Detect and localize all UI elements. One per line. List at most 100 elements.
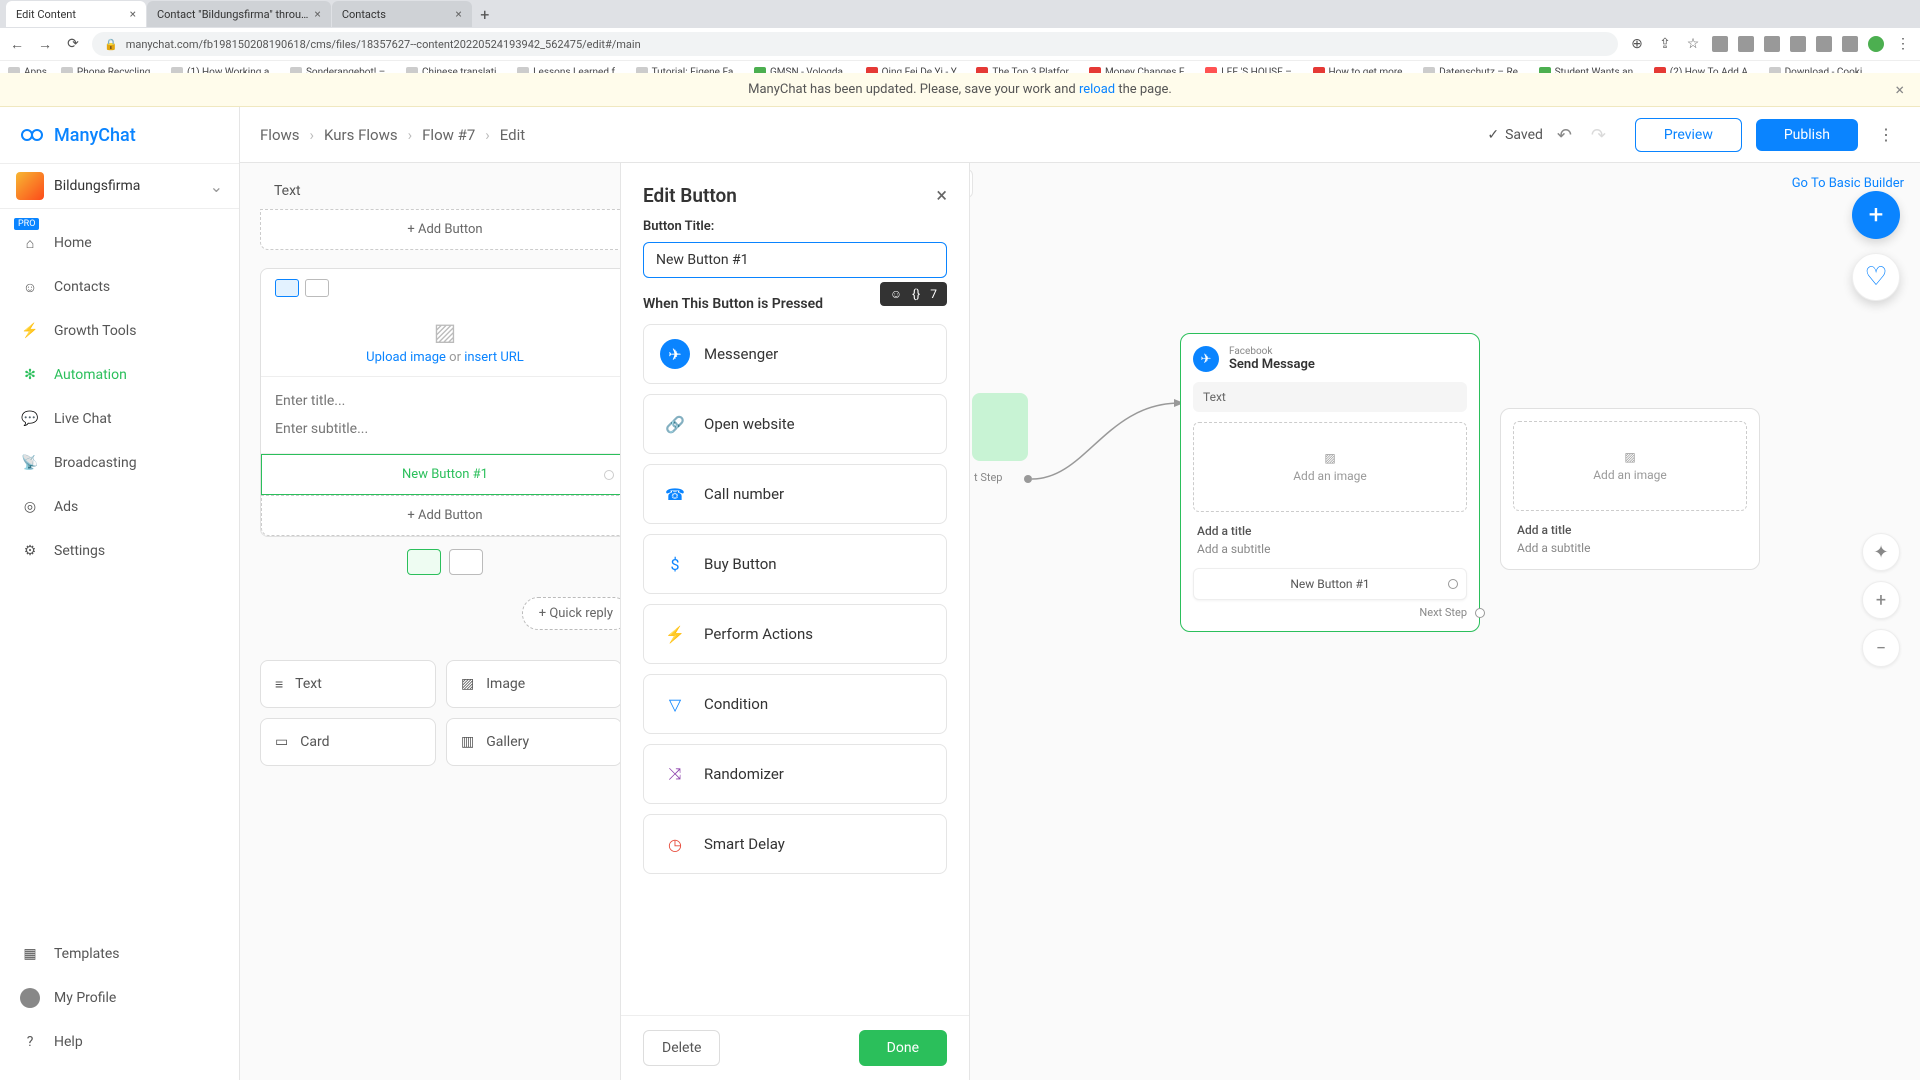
brand-logo[interactable]: ManyChat xyxy=(0,107,239,163)
next-step-label[interactable]: Next Step xyxy=(1193,606,1467,619)
add-image-block[interactable]: ▨Image xyxy=(446,660,622,708)
undo-button[interactable]: ↶ xyxy=(1557,125,1577,145)
add-gallery-block[interactable]: ▥Gallery xyxy=(446,718,622,766)
menu-icon[interactable]: ⋮ xyxy=(1894,35,1912,53)
profile-icon[interactable] xyxy=(1868,36,1884,52)
node-title-placeholder[interactable]: Add a title xyxy=(1513,521,1747,539)
flow-canvas[interactable]: ↳Edit step in sidebar Go To Basic Builde… xyxy=(240,163,1920,1080)
card-title-input[interactable] xyxy=(275,387,615,415)
add-step-fab[interactable]: + xyxy=(1852,191,1900,239)
node-subtitle-placeholder[interactable]: Add a subtitle xyxy=(1193,540,1467,558)
variable-icon[interactable]: {} xyxy=(912,287,920,301)
flow-node-card-slot[interactable]: ▨Add an image Add a title Add a subtitle xyxy=(1500,408,1760,570)
breadcrumb-item[interactable]: Flow #7 xyxy=(422,126,475,144)
image-upload-area[interactable]: ▨ Upload image or insert URL xyxy=(261,307,629,377)
extension-icon[interactable] xyxy=(1790,36,1806,52)
add-quick-reply-button[interactable]: + Quick reply xyxy=(522,597,630,630)
add-button[interactable]: + Add Button xyxy=(261,495,629,536)
breadcrumb-item[interactable]: Kurs Flows xyxy=(324,126,398,144)
workspace-selector[interactable]: PRO Bildungsfirma ⌄ xyxy=(0,163,239,209)
extension-icon[interactable] xyxy=(1816,36,1832,52)
done-button[interactable]: Done xyxy=(859,1030,947,1066)
reload-icon[interactable]: ⟳ xyxy=(64,35,82,53)
card-subtitle-input[interactable] xyxy=(275,415,615,443)
extension-icon[interactable] xyxy=(1764,36,1780,52)
connection-port[interactable] xyxy=(1024,475,1032,483)
close-icon[interactable]: × xyxy=(455,7,461,21)
close-icon[interactable]: × xyxy=(936,183,947,207)
action-messenger[interactable]: ✈Messenger xyxy=(643,324,947,384)
ratio-horizontal[interactable] xyxy=(407,549,441,575)
action-randomizer[interactable]: ⤨Randomizer xyxy=(643,744,947,804)
sidebar-item-help[interactable]: ?Help xyxy=(0,1020,239,1064)
forward-icon[interactable]: → xyxy=(36,35,54,53)
share-icon[interactable]: ⇪ xyxy=(1656,35,1674,53)
auto-layout-button[interactable]: ✦ xyxy=(1862,533,1900,571)
sidebar-item-profile[interactable]: My Profile xyxy=(0,976,239,1020)
node-text-block[interactable]: Text xyxy=(1193,382,1467,412)
action-open-website[interactable]: 🔗Open website xyxy=(643,394,947,454)
new-tab-button[interactable]: + xyxy=(473,2,497,26)
url-bar[interactable]: 🔒manychat.com/fb198150208190618/cms/file… xyxy=(92,32,1618,56)
emoji-icon[interactable]: ☺ xyxy=(890,287,902,301)
connection-port[interactable] xyxy=(1475,608,1485,618)
redo-button[interactable]: ↷ xyxy=(1591,125,1611,145)
add-text-block[interactable]: ≡Text xyxy=(260,660,436,708)
action-perform-actions[interactable]: ⚡Perform Actions xyxy=(643,604,947,664)
favorite-fab[interactable]: ♡ xyxy=(1852,253,1900,301)
connection-port[interactable] xyxy=(604,470,614,480)
action-condition[interactable]: ▽Condition xyxy=(643,674,947,734)
upload-link[interactable]: Upload image xyxy=(366,350,446,365)
layout-tab-square[interactable] xyxy=(305,279,329,297)
breadcrumb-item[interactable]: Flows xyxy=(260,126,300,144)
node-button[interactable]: New Button #1 xyxy=(1193,568,1467,600)
home-icon: ⌂ xyxy=(20,233,40,253)
sidebar-item-settings[interactable]: ⚙Settings xyxy=(0,529,239,573)
action-buy-button[interactable]: $Buy Button xyxy=(643,534,947,594)
card-button-selected[interactable]: New Button #1 xyxy=(261,454,629,495)
star-icon[interactable]: ☆ xyxy=(1684,35,1702,53)
sidebar-item-livechat[interactable]: 💬Live Chat xyxy=(0,397,239,441)
sidebar-item-broadcasting[interactable]: 📡Broadcasting xyxy=(0,441,239,485)
sidebar-item-contacts[interactable]: ☺Contacts xyxy=(0,265,239,309)
sidebar-item-ads[interactable]: ◎Ads xyxy=(0,485,239,529)
add-button[interactable]: + Add Button xyxy=(260,209,630,250)
extension-icon[interactable] xyxy=(1712,36,1728,52)
sidebar-item-automation[interactable]: ✻Automation xyxy=(0,353,239,397)
sidebar-item-templates[interactable]: ▦Templates xyxy=(0,932,239,976)
button-title-input[interactable] xyxy=(643,242,947,278)
node-image-slot[interactable]: ▨Add an image xyxy=(1513,421,1747,511)
publish-button[interactable]: Publish xyxy=(1756,119,1858,151)
extension-icon[interactable] xyxy=(1842,36,1858,52)
action-smart-delay[interactable]: ◷Smart Delay xyxy=(643,814,947,874)
zoom-out-button[interactable]: − xyxy=(1862,629,1900,667)
extension-icon[interactable] xyxy=(1738,36,1754,52)
zoom-in-button[interactable]: + xyxy=(1862,581,1900,619)
back-icon[interactable]: ← xyxy=(8,35,26,53)
browser-tab[interactable]: Contacts× xyxy=(332,1,472,27)
layout-tab-horizontal[interactable] xyxy=(275,279,299,297)
ratio-square[interactable] xyxy=(449,549,483,575)
more-button[interactable]: ⋮ xyxy=(1872,117,1900,153)
reload-link[interactable]: reload xyxy=(1079,82,1115,97)
zoom-icon[interactable]: ⊕ xyxy=(1628,35,1646,53)
node-title-placeholder[interactable]: Add a title xyxy=(1193,522,1467,540)
browser-tab[interactable]: Contact "Bildungsfirma" throu…× xyxy=(147,1,331,27)
node-image-slot[interactable]: ▨Add an image xyxy=(1193,422,1467,512)
basic-builder-link[interactable]: Go To Basic Builder xyxy=(1792,176,1904,191)
browser-tab[interactable]: Edit Content× xyxy=(6,1,146,27)
preview-button[interactable]: Preview xyxy=(1635,118,1742,152)
close-icon[interactable]: × xyxy=(1895,80,1904,99)
insert-url-link[interactable]: insert URL xyxy=(464,350,524,365)
previous-node-peek[interactable] xyxy=(972,393,1028,461)
close-icon[interactable]: × xyxy=(130,7,136,21)
close-icon[interactable]: × xyxy=(314,7,320,21)
flow-node-send-message[interactable]: ✈ FacebookSend Message Text ▨Add an imag… xyxy=(1180,333,1480,632)
delete-button[interactable]: Delete xyxy=(643,1030,720,1066)
node-subtitle-placeholder[interactable]: Add a subtitle xyxy=(1513,539,1747,557)
connection-port[interactable] xyxy=(1448,579,1458,589)
add-card-block[interactable]: ▭Card xyxy=(260,718,436,766)
sidebar-item-growth[interactable]: ⚡Growth Tools xyxy=(0,309,239,353)
action-call-number[interactable]: ☎Call number xyxy=(643,464,947,524)
workspace-avatar xyxy=(16,172,44,200)
